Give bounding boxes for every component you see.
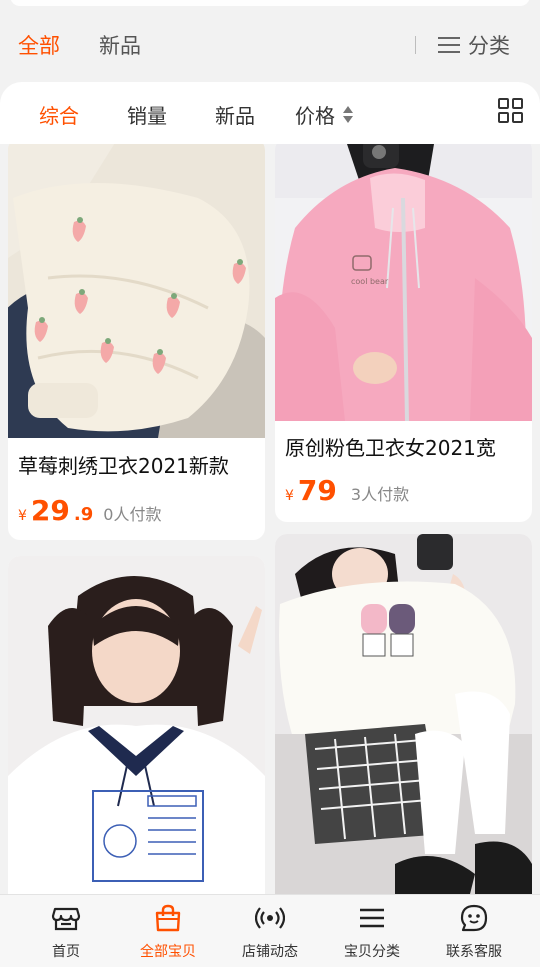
product-card[interactable]: cool bear 原创粉色卫衣女2021宽 ¥ 79 3人付款 [275, 144, 532, 522]
product-card[interactable] [275, 534, 532, 894]
sort-comprehensive[interactable]: 综合 [39, 100, 79, 129]
category-button[interactable]: 分类 [438, 30, 510, 60]
category-label: 分类 [468, 34, 510, 58]
product-card[interactable] [8, 556, 265, 894]
nav-home[interactable]: 首页 [12, 895, 120, 967]
sort-arrows-icon [343, 106, 353, 123]
product-card[interactable]: 草莓刺绣卫衣2021新款 ¥ 29.9 0人付款 [8, 144, 265, 540]
sort-new[interactable]: 新品 [215, 100, 255, 129]
product-feed[interactable]: 草莓刺绣卫衣2021新款 ¥ 29.9 0人付款 cool bear 原创粉色卫… [0, 144, 540, 894]
price-row: ¥ 79 3人付款 [285, 474, 409, 507]
nav-all-items[interactable]: 全部宝贝 [114, 895, 222, 967]
nav-label: 店铺动态 [242, 944, 298, 960]
bag-icon [155, 904, 181, 932]
sort-price[interactable]: 价格 [295, 100, 353, 129]
list-icon [438, 37, 460, 53]
nav-label: 首页 [52, 944, 80, 960]
chat-face-icon [460, 904, 488, 932]
shop-icon [51, 907, 81, 931]
product-title: 草莓刺绣卫衣2021新款 [18, 454, 229, 478]
search-bar-edge[interactable] [10, 0, 530, 6]
nav-label: 宝贝分类 [344, 944, 400, 960]
product-title: 原创粉色卫衣女2021宽 [285, 436, 496, 460]
tab-new[interactable]: 新品 [99, 30, 141, 60]
sort-price-label: 价格 [295, 104, 335, 128]
nav-categories[interactable]: 宝贝分类 [318, 895, 426, 967]
price-integer: 79 [297, 474, 337, 507]
bottom-nav: 首页 全部宝贝 店铺动态 宝贝分类 联系客服 [0, 894, 540, 967]
nav-label: 联系客服 [446, 944, 502, 960]
divider [415, 36, 416, 54]
sort-bar: 综合 销量 新品 价格 [0, 82, 540, 144]
price-decimal: .9 [73, 504, 94, 525]
nav-customer-service[interactable]: 联系客服 [420, 895, 528, 967]
top-tab-bar: 全部 新品 分类 [0, 0, 540, 90]
product-image [8, 144, 265, 438]
sort-sales[interactable]: 销量 [127, 100, 167, 129]
grid-view-icon[interactable] [498, 98, 524, 124]
svg-text:cool bear: cool bear [351, 277, 389, 286]
paid-count: 0人付款 [103, 505, 162, 524]
nav-store-feed[interactable]: 店铺动态 [216, 895, 324, 967]
list-icon [360, 908, 384, 928]
currency-symbol: ¥ [18, 508, 27, 524]
broadcast-icon [255, 907, 285, 929]
product-image: cool bear [275, 144, 532, 421]
paid-count: 3人付款 [350, 485, 410, 504]
currency-symbol: ¥ [285, 488, 294, 504]
price-integer: 29 [30, 494, 70, 527]
product-image [275, 534, 532, 894]
nav-label: 全部宝贝 [140, 944, 196, 960]
price-row: ¥ 29.9 0人付款 [18, 494, 161, 527]
product-image [8, 556, 265, 894]
tab-all[interactable]: 全部 [18, 30, 60, 60]
